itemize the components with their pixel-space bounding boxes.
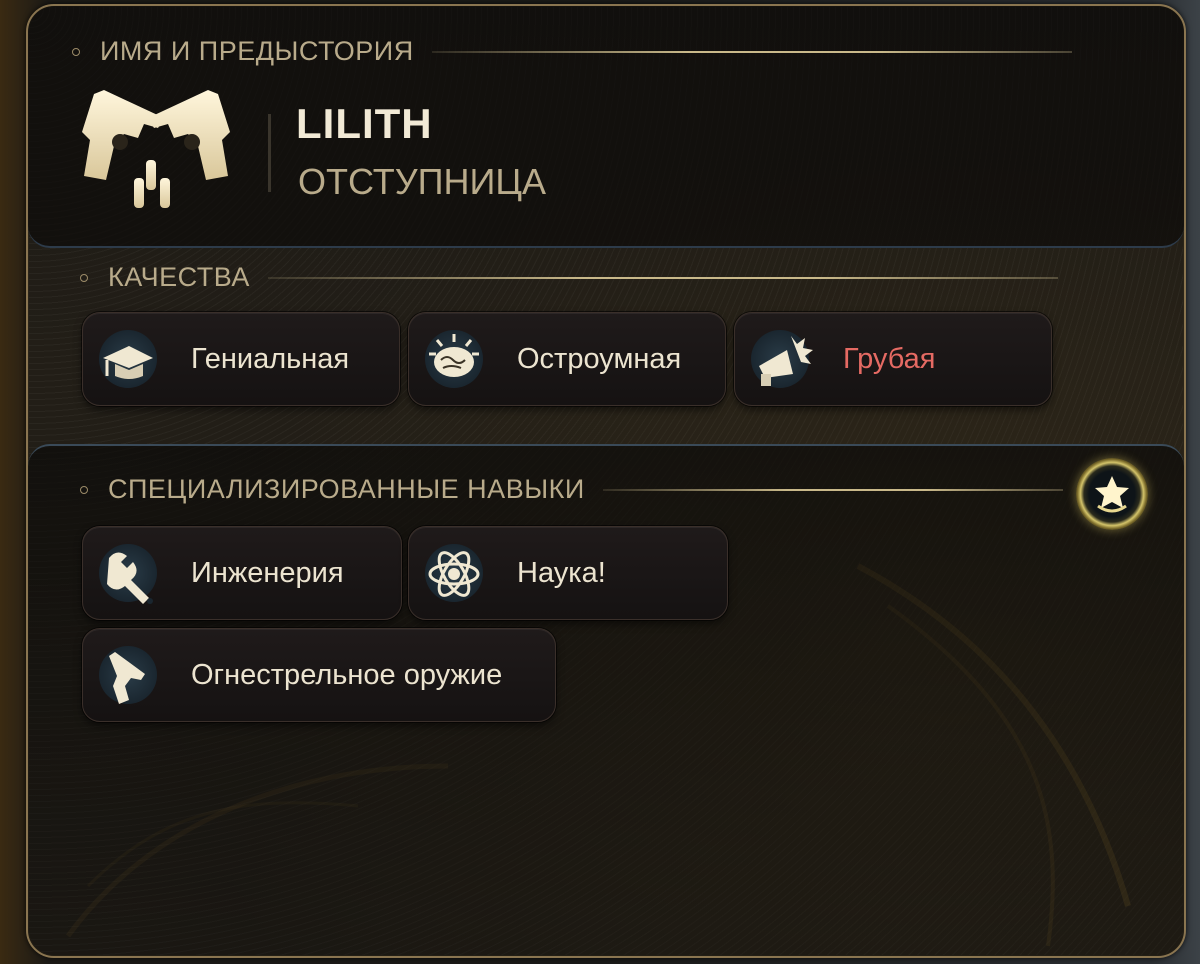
character-background: ОТСТУПНИЦА (298, 161, 547, 202)
skill-label: Инженерия (191, 556, 344, 589)
megaphone-icon (751, 330, 813, 388)
trait-label: Остроумная (517, 342, 682, 375)
header-bullet (72, 47, 80, 56)
header-bullet (80, 273, 88, 282)
trait-label: Грубая (843, 342, 936, 375)
trait-chip-witty[interactable]: Остроумная (408, 312, 726, 406)
header-bullet (80, 485, 88, 494)
skills-section-title: СПЕЦИАЛИЗИРОВАННЫЕ НАВЫКИ (108, 474, 585, 504)
trait-label: Гениальная (191, 342, 350, 375)
character-summary-panel: ИМЯ И ПРЕДЫСТОРИЯ LILITH ОТСТУПНИЦА КАЧЕ… (26, 4, 1186, 958)
traits-section-header: КАЧЕСТВА (80, 262, 1058, 293)
trait-chip-rude[interactable]: Грубая (734, 312, 1052, 406)
skill-label: Наука! (517, 556, 606, 589)
skill-chip-firearms[interactable]: Огнестрельное оружие (82, 628, 556, 722)
name-divider (268, 114, 271, 192)
trait-chip-genius[interactable]: Гениальная (82, 312, 400, 406)
pistol-icon (99, 646, 157, 704)
star-rank-icon[interactable] (1076, 458, 1148, 530)
header-divider (431, 50, 1072, 53)
header-divider (602, 488, 1063, 491)
brain-icon (425, 330, 483, 388)
identity-section-header: ИМЯ И ПРЕДЫСТОРИЯ (72, 36, 1072, 67)
graduation-cap-icon (99, 330, 157, 388)
traits-section-title: КАЧЕСТВА (108, 262, 250, 292)
identity-section-title: ИМЯ И ПРЕДЫСТОРИЯ (100, 36, 414, 66)
skill-chip-engineering[interactable]: Инженерия (82, 526, 402, 620)
wrench-icon (99, 544, 157, 604)
header-divider (267, 276, 1058, 279)
skill-chip-science[interactable]: Наука! (408, 526, 728, 620)
atom-icon (425, 544, 483, 602)
skills-section-header: СПЕЦИАЛИЗИРОВАННЫЕ НАВЫКИ (80, 474, 1063, 505)
skill-label: Огнестрельное оружие (191, 658, 503, 691)
crossed-revolvers-icon (82, 90, 230, 208)
character-name: LILITH (296, 100, 433, 147)
